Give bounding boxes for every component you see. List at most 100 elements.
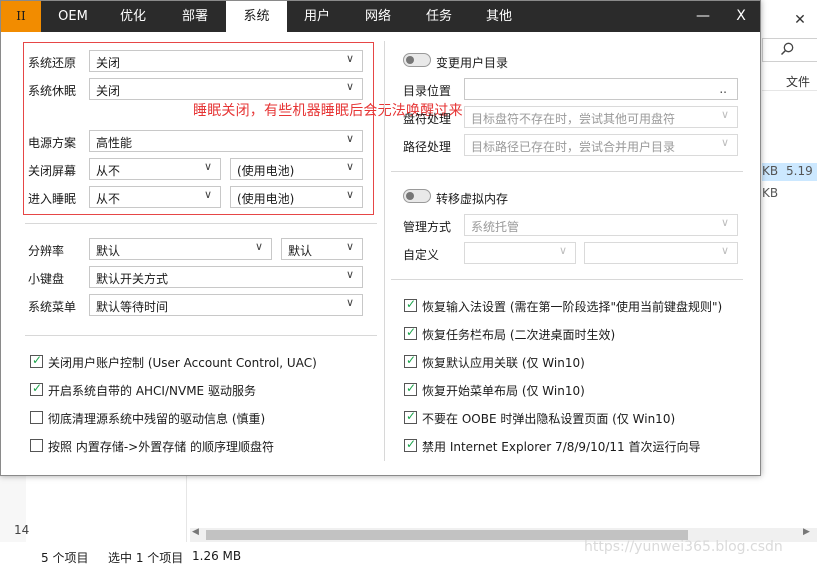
- scroll-left-icon[interactable]: ◀: [192, 527, 199, 537]
- tab-tasks[interactable]: 任务: [411, 1, 467, 32]
- drive-letter-order-label[interactable]: 按照 内置存储->外置存储 的顺序理顺盘符: [48, 438, 274, 455]
- explorer-close-icon[interactable]: ✕: [790, 12, 810, 32]
- browse-button[interactable]: ..: [719, 82, 727, 96]
- chevron-down-icon: ∨: [345, 268, 354, 281]
- check-icon: ✓: [32, 381, 43, 395]
- chevron-down-icon: ∨: [345, 296, 354, 309]
- resolution-value: 默认: [96, 244, 121, 258]
- ahci-label[interactable]: 开启系统自带的 AHCI/NVME 驱动服务: [48, 382, 256, 399]
- refresh-rate-select[interactable]: 默认 ∨: [281, 238, 363, 260]
- system-menu-value: 默认等待时间: [96, 300, 169, 314]
- file-row-size: KB: [762, 186, 779, 200]
- disable-ie-wizard-label[interactable]: 禁用 Internet Explorer 7/8/9/10/11 首次运行向导: [422, 438, 701, 455]
- uac-checkbox[interactable]: ✓: [30, 353, 43, 368]
- pane-divider[interactable]: [186, 476, 187, 542]
- dir-location-field[interactable]: ..: [464, 78, 738, 100]
- virtual-memory-toggle-label: 转移虚拟内存: [436, 192, 509, 206]
- check-icon: ✓: [32, 353, 43, 367]
- custom-size-select-1[interactable]: ∨: [464, 242, 576, 264]
- tab-optimize[interactable]: 优化: [105, 1, 161, 32]
- status-size: 1.26 MB: [192, 549, 242, 563]
- drive-handling-select[interactable]: 目标盘符不存在时，尝试其他可用盘符 ∨: [464, 106, 738, 128]
- check-icon: ✓: [406, 297, 417, 311]
- chevron-down-icon: ∨: [720, 216, 729, 229]
- check-icon: ✓: [406, 325, 417, 339]
- restore-start-menu-checkbox[interactable]: ✓: [404, 381, 417, 396]
- skip-oobe-privacy-label[interactable]: 不要在 OOBE 时弹出隐私设置页面 (仅 Win10): [422, 410, 675, 427]
- management-mode-value: 系统托管: [471, 220, 520, 234]
- scroll-right-icon[interactable]: ▶: [803, 527, 810, 537]
- check-icon: ✓: [406, 381, 417, 395]
- minimize-icon[interactable]: —: [685, 1, 721, 32]
- resolution-label: 分辨率: [28, 244, 65, 258]
- ahci-checkbox[interactable]: ✓: [30, 381, 43, 396]
- chevron-down-icon: ∨: [558, 244, 567, 257]
- refresh-rate-value: 默认: [288, 244, 313, 258]
- restore-ime-checkbox[interactable]: ✓: [404, 297, 417, 312]
- settings-dialog: II OEM 优化 部署 系统 用户 网络 任务 其他 — X 系统还原 关闭 …: [0, 0, 761, 476]
- app-logo-tab[interactable]: II: [1, 1, 41, 32]
- user-dir-toggle[interactable]: [403, 53, 431, 67]
- system-menu-select[interactable]: 默认等待时间 ∨: [89, 294, 363, 316]
- disable-ie-wizard-checkbox[interactable]: ✓: [404, 437, 417, 452]
- management-mode-select[interactable]: 系统托管 ∨: [464, 214, 738, 236]
- tab-system[interactable]: 系统: [226, 1, 287, 32]
- drive-handling-label: 盘符处理: [403, 112, 452, 126]
- management-mode-label: 管理方式: [403, 220, 452, 234]
- user-dir-toggle-label: 变更用户目录: [436, 56, 509, 70]
- left-divider-2: [25, 335, 377, 336]
- uac-label[interactable]: 关闭用户账户控制 (User Account Control, UAC): [48, 354, 317, 371]
- restore-default-apps-checkbox[interactable]: ✓: [404, 353, 417, 368]
- tab-other[interactable]: 其他: [471, 1, 527, 32]
- restore-taskbar-checkbox[interactable]: ✓: [404, 325, 417, 340]
- chevron-down-icon: ∨: [720, 244, 729, 257]
- check-icon: ✓: [406, 437, 417, 451]
- toggle-knob: [406, 192, 414, 200]
- title-bar: II OEM 优化 部署 系统 用户 网络 任务 其他 — X: [1, 1, 760, 32]
- system-menu-label: 系统菜单: [28, 300, 77, 314]
- chevron-down-icon: ∨: [720, 108, 729, 121]
- tab-network[interactable]: 网络: [349, 1, 407, 32]
- clean-drivers-label[interactable]: 彻底清理源系统中残留的驱动信息 (慎重): [48, 410, 265, 427]
- restore-start-menu-label[interactable]: 恢复开始菜单布局 (仅 Win10): [422, 382, 585, 399]
- highlight-box: [23, 42, 374, 215]
- selected-row-value: 5.19: [786, 164, 813, 178]
- search-icon[interactable]: [779, 41, 795, 57]
- close-icon[interactable]: X: [723, 1, 759, 32]
- drive-handling-value: 目标盘符不存在时，尝试其他可用盘符: [471, 112, 676, 126]
- tab-deploy[interactable]: 部署: [165, 1, 225, 32]
- chevron-down-icon: ∨: [720, 136, 729, 149]
- restore-default-apps-label[interactable]: 恢复默认应用关联 (仅 Win10): [422, 354, 585, 371]
- numlock-value: 默认开关方式: [96, 272, 169, 286]
- restore-taskbar-label[interactable]: 恢复任务栏布局 (二次进桌面时生效): [422, 326, 615, 343]
- tab-users[interactable]: 用户: [289, 1, 345, 32]
- left-divider-1: [25, 223, 377, 224]
- selected-row-size: KB: [762, 164, 779, 178]
- right-divider-1: [391, 171, 743, 172]
- skip-oobe-privacy-checkbox[interactable]: ✓: [404, 409, 417, 424]
- column-divider: [384, 41, 385, 461]
- right-divider-2: [391, 279, 743, 280]
- virtual-memory-toggle[interactable]: [403, 189, 431, 203]
- custom-label: 自定义: [403, 248, 440, 262]
- restore-ime-label[interactable]: 恢复输入法设置 (需在第一阶段选择"使用当前键盘规则"): [422, 298, 722, 315]
- check-icon: ✓: [406, 409, 417, 423]
- clean-drivers-checkbox[interactable]: [30, 411, 43, 424]
- custom-size-select-2[interactable]: ∨: [584, 242, 738, 264]
- tab-oem[interactable]: OEM: [45, 1, 101, 32]
- resolution-select[interactable]: 默认 ∨: [89, 238, 272, 260]
- path-handling-select[interactable]: 目标路径已存在时，尝试合并用户目录 ∨: [464, 134, 738, 156]
- path-handling-value: 目标路径已存在时，尝试合并用户目录: [471, 140, 676, 154]
- numlock-select[interactable]: 默认开关方式 ∨: [89, 266, 363, 288]
- chevron-down-icon: ∨: [345, 240, 354, 253]
- dir-location-label: 目录位置: [403, 84, 452, 98]
- status-selected: 选中 1 个项目: [108, 551, 184, 565]
- watermark: https://yunwei365.blog.csdn: [584, 539, 783, 555]
- check-icon: ✓: [406, 353, 417, 367]
- chevron-down-icon: ∨: [254, 240, 263, 253]
- toggle-knob: [406, 56, 414, 64]
- drive-letter-order-checkbox[interactable]: [30, 439, 43, 452]
- column-header-type[interactable]: 文件: [786, 73, 810, 90]
- navigation-pane-text: 14: [14, 523, 30, 537]
- status-item-count: 5 个项目: [41, 551, 89, 565]
